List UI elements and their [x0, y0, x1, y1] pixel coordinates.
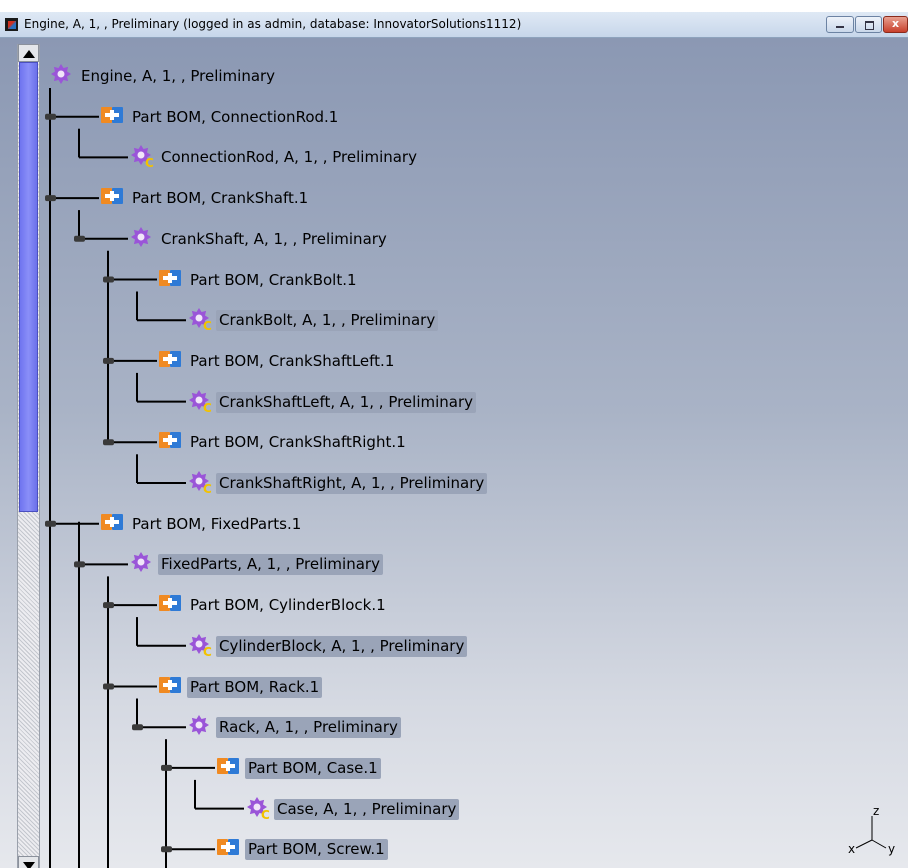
scroll-down-button[interactable] [18, 856, 39, 868]
part-gear-c-icon: C [186, 306, 212, 336]
collapse-toggle[interactable] [103, 357, 114, 364]
tree-node-label[interactable]: Part BOM, FixedParts.1 [129, 514, 304, 535]
part-bom-icon [99, 510, 125, 540]
part-bom-icon [157, 591, 183, 621]
part-gear-c-icon: C [128, 143, 154, 173]
collapse-toggle[interactable] [45, 195, 56, 202]
collapse-toggle[interactable] [45, 520, 56, 527]
tree-node-label[interactable]: Part BOM, Case.1 [245, 757, 381, 779]
collapse-toggle[interactable] [74, 235, 85, 242]
app-icon [5, 18, 18, 31]
part-gear-c-icon: C [244, 795, 270, 825]
tree-node-label[interactable]: Part BOM, CrankShaftRight.1 [187, 432, 409, 453]
scroll-up-button[interactable] [18, 44, 39, 62]
collapse-toggle[interactable] [45, 113, 56, 120]
product-gear-icon [186, 713, 212, 743]
scrollbar-thumb[interactable] [19, 62, 38, 512]
svg-text:C: C [203, 319, 212, 332]
part-bom-icon [157, 428, 183, 458]
axis-z-label: z [873, 804, 880, 818]
tree-node-label[interactable]: CrankShaftLeft, A, 1, , Preliminary [216, 391, 477, 413]
tree-node-label[interactable]: Part BOM, ConnectionRod.1 [129, 107, 341, 128]
tree-node-label[interactable]: CylinderBlock, A, 1, , Preliminary [216, 635, 468, 657]
part-bom-icon [157, 266, 183, 296]
collapse-toggle[interactable] [132, 724, 143, 731]
tree-node-label[interactable]: Rack, A, 1, , Preliminary [216, 717, 401, 739]
arrow-down-icon [23, 862, 35, 868]
close-icon: x [891, 17, 900, 30]
svg-text:C: C [203, 482, 212, 495]
tree-node-label[interactable]: Part BOM, CylinderBlock.1 [187, 595, 389, 616]
vertical-scrollbar[interactable] [17, 44, 40, 868]
tree-node-label[interactable]: Case, A, 1, , Preliminary [274, 798, 460, 820]
minimize-button[interactable] [826, 16, 854, 33]
window-title: Engine, A, 1, , Preliminary (logged in a… [24, 17, 522, 31]
svg-text:C: C [203, 645, 212, 658]
part-gear-c-icon: C [186, 388, 212, 418]
collapse-toggle[interactable] [103, 602, 114, 609]
part-bom-icon [215, 835, 241, 865]
collapse-toggle[interactable] [161, 764, 172, 771]
tree-node-label[interactable]: ConnectionRod, A, 1, , Preliminary [158, 147, 420, 168]
part-bom-icon [99, 184, 125, 214]
product-gear-icon [128, 550, 154, 580]
minimize-icon [836, 26, 844, 28]
arrow-up-icon [23, 50, 35, 58]
tree-node-label[interactable]: FixedParts, A, 1, , Preliminary [158, 554, 383, 576]
tree-node-label[interactable]: Engine, A, 1, , Preliminary [78, 66, 278, 87]
part-bom-icon [157, 347, 183, 377]
maximize-icon [865, 21, 874, 30]
part-bom-icon [99, 103, 125, 133]
svg-text:C: C [145, 156, 154, 169]
collapse-toggle[interactable] [161, 846, 172, 853]
product-gear-icon [48, 62, 74, 92]
close-button[interactable]: x [883, 16, 908, 33]
part-bom-icon [215, 754, 241, 784]
product-gear-icon [128, 225, 154, 255]
maximize-button[interactable] [855, 16, 882, 33]
title-bar[interactable]: Engine, A, 1, , Preliminary (logged in a… [0, 12, 908, 38]
tree-node-label[interactable]: Part BOM, Rack.1 [187, 676, 323, 698]
tree-node-label[interactable]: Part BOM, CrankShaft.1 [129, 188, 311, 209]
compass-axis-icon: z x y [846, 804, 902, 858]
tree-node-label[interactable]: CrankShaft, A, 1, , Preliminary [158, 229, 390, 250]
specification-tree-viewport[interactable]: Engine, A, 1, , Preliminary Part BOM, Con… [0, 38, 908, 868]
collapse-toggle[interactable] [103, 276, 114, 283]
part-gear-c-icon: C [186, 632, 212, 662]
axis-y-label: y [888, 842, 896, 856]
tree-node-label[interactable]: Part BOM, CrankBolt.1 [187, 270, 360, 291]
part-bom-icon [157, 673, 183, 703]
axis-x-label: x [848, 842, 856, 856]
tree-node-label[interactable]: CrankBolt, A, 1, , Preliminary [216, 310, 439, 332]
tree-node-label[interactable]: Part BOM, CrankShaftLeft.1 [187, 351, 397, 372]
collapse-toggle[interactable] [103, 683, 114, 690]
tree-node-label[interactable]: Part BOM, Screw.1 [245, 839, 388, 861]
collapse-toggle[interactable] [74, 561, 85, 568]
tree-node-label[interactable]: CrankShaftRight, A, 1, , Preliminary [216, 473, 488, 494]
part-gear-c-icon: C [186, 469, 212, 499]
svg-text:C: C [261, 808, 270, 821]
collapse-toggle[interactable] [103, 439, 114, 446]
svg-text:C: C [203, 401, 212, 414]
